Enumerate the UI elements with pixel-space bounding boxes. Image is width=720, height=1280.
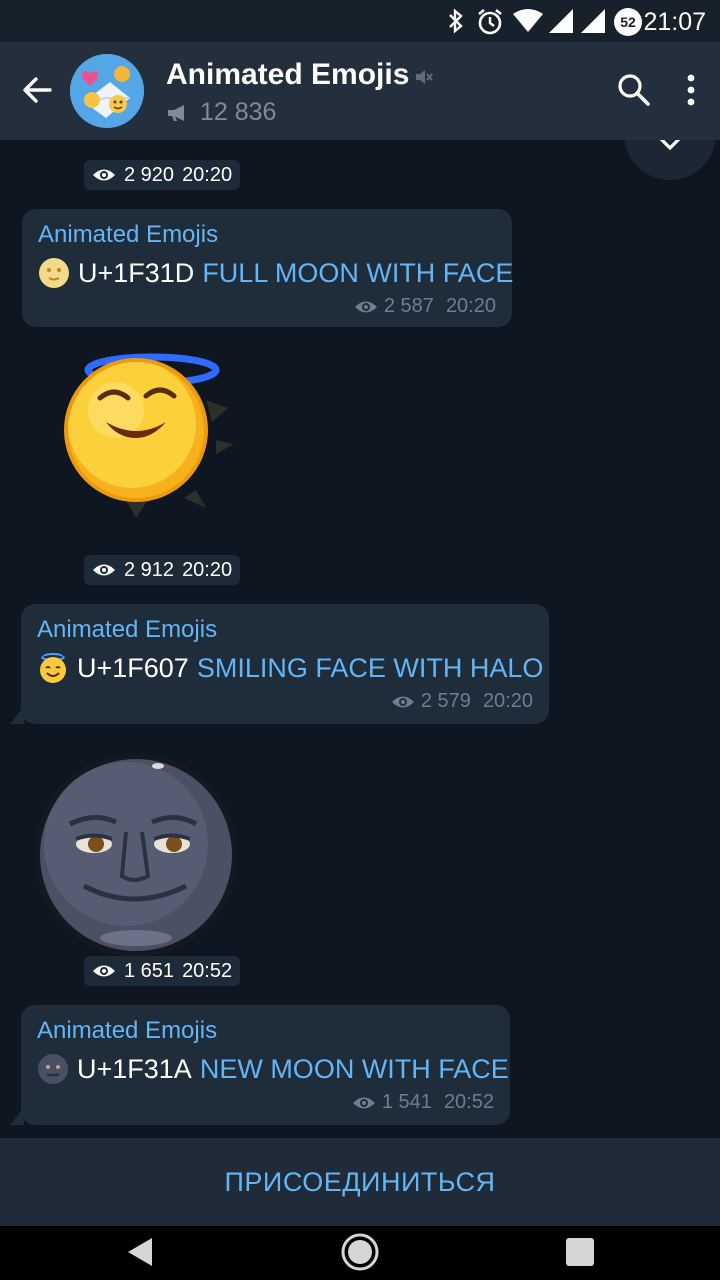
view-count: 2 579	[420, 690, 471, 712]
subscriber-count: 12 836	[166, 98, 276, 127]
view-count: 1 651	[124, 959, 175, 982]
status-bar: 52 21:07	[0, 0, 720, 42]
message-time: 20:20	[182, 558, 233, 581]
eye-icon	[93, 169, 115, 181]
eye-icon	[354, 301, 377, 312]
eye-icon	[93, 564, 115, 576]
message-bubble[interactable]: Animated Emojis U+1F31D FULL MOON WITH F…	[22, 209, 513, 327]
sticker-stats: 2 920 20:20	[84, 160, 241, 190]
view-count: 1 541	[381, 1091, 432, 1113]
unicode-code: U+1F31D	[78, 257, 195, 288]
message-time: 20:20	[445, 295, 496, 317]
sticker-stats: 2 912 20:20	[84, 555, 241, 585]
bluetooth-icon	[449, 8, 463, 34]
alarm-icon	[478, 8, 502, 35]
message-time: 20:20	[482, 690, 533, 712]
chevron-down-icon	[659, 140, 681, 151]
more-vert-icon[interactable]	[682, 72, 700, 108]
signal-icon	[549, 9, 573, 33]
message-meta: 1 541 20:52	[37, 1091, 494, 1114]
battery-level: 52	[620, 14, 636, 30]
battery-icon: 52	[614, 8, 642, 36]
emoji-name-link[interactable]: NEW MOON WITH FACE	[200, 1054, 509, 1085]
message-bubble[interactable]: Animated Emojis U+1F31A NEW MOON WITH FA…	[21, 1005, 510, 1125]
message-meta: 2 587 20:20	[38, 295, 496, 318]
join-bar: ПРИСОЕДИНИТЬСЯ	[0, 1138, 720, 1226]
muted-icon	[416, 70, 433, 84]
nav-back-icon[interactable]	[124, 1234, 156, 1270]
emoji-name-link[interactable]: FULL MOON WITH FACE	[202, 258, 513, 289]
back-arrow-icon[interactable]	[20, 72, 56, 108]
message-bubble[interactable]: Animated Emojis U+1F607 SMILING FACE WIT…	[21, 604, 549, 724]
sticker-new-moon-with-face[interactable]	[30, 752, 244, 958]
view-count: 2 912	[124, 558, 175, 581]
sticker-smiling-face-with-halo[interactable]	[56, 340, 236, 520]
eye-icon	[352, 1097, 375, 1108]
message-time: 20:52	[443, 1091, 494, 1113]
smiling-face-with-halo-icon	[40, 653, 66, 683]
channel-title[interactable]: Animated Emojis	[166, 58, 409, 92]
wifi-icon	[513, 9, 543, 32]
system-nav-bar	[0, 1226, 720, 1280]
subscriber-count-text: 12 836	[200, 98, 277, 126]
megaphone-icon	[168, 104, 184, 121]
message-sender[interactable]: Animated Emojis	[37, 1017, 494, 1045]
channel-avatar[interactable]	[70, 54, 144, 128]
message-text: U+1F31A NEW MOON WITH FACE	[37, 1053, 509, 1085]
view-count: 2 920	[124, 163, 175, 186]
search-icon[interactable]	[616, 72, 652, 108]
nav-home-icon[interactable]	[340, 1232, 380, 1272]
chat-header: Animated Emojis 12 836	[0, 42, 720, 140]
message-time: 20:20	[182, 163, 233, 186]
unicode-code: U+1F31A	[77, 1053, 192, 1084]
emoji-name-link[interactable]: SMILING FACE WITH HALO	[197, 653, 544, 684]
sticker-stats: 1 651 20:52	[84, 956, 241, 986]
message-sender[interactable]: Animated Emojis	[37, 616, 533, 644]
nav-recents-icon[interactable]	[564, 1236, 596, 1268]
clock: 21:07	[643, 8, 706, 36]
eye-icon	[93, 965, 115, 977]
message-list[interactable]: 2 920 20:20 Animated Emojis U+1F31D FULL…	[0, 140, 720, 1138]
message-time: 20:52	[182, 959, 233, 982]
message-text: U+1F31D FULL MOON WITH FACE	[38, 257, 513, 289]
join-button[interactable]: ПРИСОЕДИНИТЬСЯ	[0, 1138, 720, 1226]
signal-icon	[581, 9, 605, 33]
full-moon-face-icon	[39, 258, 69, 288]
message-text: U+1F607 SMILING FACE WITH HALO	[37, 652, 543, 684]
message-meta: 2 579 20:20	[37, 690, 533, 713]
message-sender[interactable]: Animated Emojis	[38, 221, 496, 249]
sticker-partial[interactable]	[70, 140, 200, 156]
view-count: 2 587	[383, 295, 434, 317]
unicode-code: U+1F607	[77, 652, 189, 683]
new-moon-face-icon	[38, 1054, 68, 1084]
eye-icon	[391, 696, 414, 707]
